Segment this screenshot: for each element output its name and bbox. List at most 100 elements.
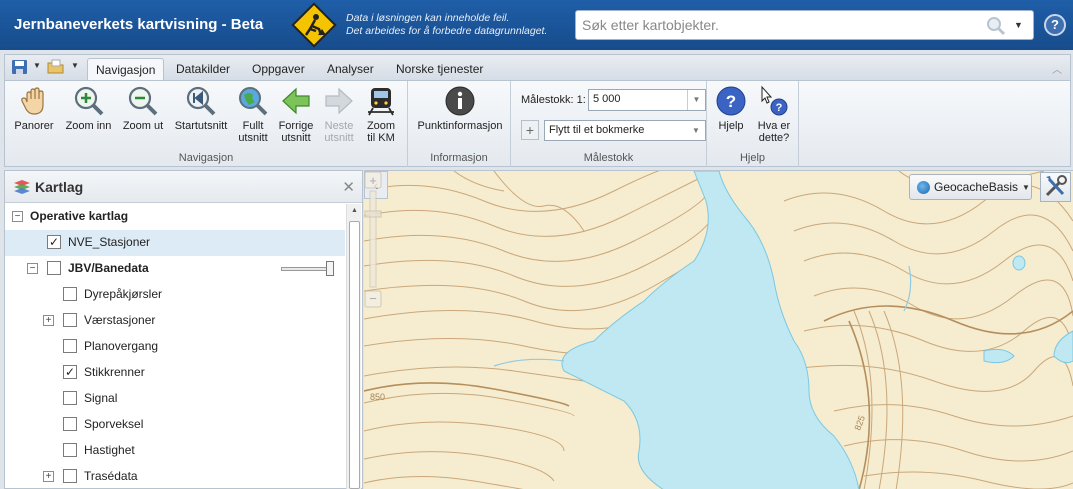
layer-row-trasedata[interactable]: + Trasédata bbox=[5, 464, 345, 489]
tools-button[interactable] bbox=[1040, 172, 1071, 202]
next-extent-label-2: utsnitt bbox=[324, 132, 354, 144]
tab-datakilder[interactable]: Datakilder bbox=[168, 58, 238, 81]
layer-label: Stikkrenner bbox=[84, 365, 145, 379]
layer-group-operative[interactable]: − Operative kartlag bbox=[5, 204, 345, 230]
scale-group-label: Målestokk bbox=[583, 152, 634, 164]
small-pond bbox=[1012, 255, 1026, 271]
layer-row-stikkrenner[interactable]: ✓ Stikkrenner bbox=[5, 360, 345, 386]
layer-checkbox[interactable] bbox=[63, 469, 77, 483]
zoom-in-label: Zoom inn bbox=[65, 120, 112, 132]
scroll-up-icon[interactable]: ▲ bbox=[347, 204, 362, 218]
full-extent-button[interactable]: Fullt utsnitt bbox=[234, 85, 272, 144]
layer-checkbox[interactable] bbox=[63, 443, 77, 457]
save-dropdown-icon[interactable]: ▼ bbox=[33, 61, 41, 70]
contour-label-825: 825 bbox=[852, 414, 867, 432]
topographic-map[interactable]: 850 825 bbox=[364, 171, 1073, 489]
bookmark-select[interactable]: Flytt til et bokmerke bbox=[544, 120, 706, 141]
svg-text:+: + bbox=[369, 173, 377, 188]
scroll-thumb[interactable] bbox=[349, 221, 360, 489]
what-is-this-button[interactable]: ? Hva er dette? bbox=[753, 85, 795, 144]
layer-label: NVE_Stasjoner bbox=[68, 235, 151, 249]
tab-norske-tjenester[interactable]: Norske tjenester bbox=[388, 58, 491, 81]
expand-icon[interactable]: + bbox=[43, 315, 54, 326]
pan-button[interactable]: Panorer bbox=[10, 85, 58, 132]
layer-checkbox[interactable] bbox=[63, 391, 77, 405]
lake bbox=[561, 171, 860, 489]
bookmark-dropdown-icon[interactable]: ▼ bbox=[687, 121, 705, 140]
previous-extent-button[interactable]: Forrige utsnitt bbox=[275, 85, 317, 144]
opacity-slider-track[interactable] bbox=[281, 267, 331, 271]
start-extent-button[interactable]: Startutsnitt bbox=[171, 85, 231, 132]
svg-text:−: − bbox=[369, 291, 377, 306]
previous-extent-label-2: utsnitt bbox=[281, 132, 311, 144]
navigation-group-label: Navigasjon bbox=[178, 152, 234, 164]
zoom-to-km-button[interactable]: Zoom til KM bbox=[362, 85, 400, 144]
tab-analyser[interactable]: Analyser bbox=[319, 58, 382, 81]
collapse-ribbon-icon[interactable]: ︿ bbox=[1052, 61, 1062, 76]
close-icon[interactable]: ✕ bbox=[342, 178, 355, 196]
expand-icon[interactable]: + bbox=[43, 471, 54, 482]
chevron-down-icon: ▼ bbox=[1022, 183, 1030, 192]
zoom-out-button[interactable]: Zoom ut bbox=[118, 85, 168, 132]
layer-checkbox[interactable] bbox=[63, 339, 77, 353]
add-bookmark-button[interactable]: + bbox=[521, 120, 539, 140]
layer-row-hastighet[interactable]: Hastighet bbox=[5, 438, 345, 464]
zoom-to-km-label-2: til KM bbox=[367, 132, 395, 144]
layers-panel-header: Kartlag ✕ bbox=[5, 171, 362, 203]
layers-scrollbar[interactable]: ▲ bbox=[346, 204, 361, 489]
svg-text:?: ? bbox=[776, 102, 783, 114]
basemap-selector[interactable]: GeocacheBasis ▼ bbox=[909, 174, 1032, 200]
layer-row-signal[interactable]: Signal bbox=[5, 386, 345, 412]
collapse-icon[interactable]: − bbox=[27, 263, 38, 274]
next-extent-label-1: Neste bbox=[324, 120, 354, 132]
layer-label: Operative kartlag bbox=[30, 209, 129, 223]
layer-row-vaerstasjoner[interactable]: + Værstasjoner bbox=[5, 308, 345, 334]
zoom-out-icon bbox=[128, 86, 158, 116]
layer-checkbox[interactable] bbox=[47, 261, 61, 275]
layer-label: Dyrepåkjørsler bbox=[84, 287, 163, 301]
opacity-slider-thumb[interactable] bbox=[326, 261, 334, 276]
zoom-in-button[interactable]: Zoom inn bbox=[61, 85, 116, 132]
zoom-in-icon bbox=[74, 86, 103, 116]
tab-oppgaver[interactable]: Oppgaver bbox=[244, 58, 313, 81]
scale-dropdown-icon[interactable]: ▼ bbox=[687, 90, 705, 110]
layer-group-banedata[interactable]: − JBV/Banedata bbox=[5, 256, 345, 282]
next-extent-button[interactable]: Neste utsnitt bbox=[319, 85, 359, 144]
layer-checkbox[interactable]: ✓ bbox=[63, 365, 77, 379]
full-extent-label-2: utsnitt bbox=[238, 132, 268, 144]
layers-panel: Kartlag ✕ − Operative kartlag ✓ NVE_Stas… bbox=[4, 170, 363, 489]
what-is-this-label-1: Hva er bbox=[757, 120, 791, 132]
zoom-slider[interactable]: + − bbox=[364, 171, 382, 309]
globe-zoom-icon bbox=[239, 87, 268, 116]
help-button[interactable]: ? Hjelp bbox=[712, 85, 750, 132]
collapse-icon[interactable]: − bbox=[12, 211, 23, 222]
map-view[interactable]: 850 825 ‹ + − GeocacheBasis ▼ bbox=[364, 170, 1073, 489]
layer-row-planovergang[interactable]: Planovergang bbox=[5, 334, 345, 360]
layer-row-nve-stasjoner[interactable]: ✓ NVE_Stasjoner bbox=[5, 230, 345, 256]
search-input[interactable] bbox=[582, 15, 972, 35]
search-dropdown-icon[interactable]: ▼ bbox=[1014, 20, 1023, 30]
layer-checkbox[interactable] bbox=[63, 287, 77, 301]
layer-checkbox[interactable]: ✓ bbox=[47, 235, 61, 249]
layer-label: JBV/Banedata bbox=[68, 261, 149, 275]
search-box[interactable]: ▼ bbox=[575, 10, 1034, 40]
help-icon[interactable]: ? bbox=[1044, 14, 1066, 36]
layer-checkbox[interactable] bbox=[63, 417, 77, 431]
save-icon[interactable] bbox=[11, 59, 29, 75]
layer-row-sporveksel[interactable]: Sporveksel bbox=[5, 412, 345, 438]
open-dropdown-icon[interactable]: ▼ bbox=[71, 61, 79, 70]
svg-text:?: ? bbox=[726, 92, 736, 111]
layer-label: Planovergang bbox=[84, 339, 159, 353]
layer-checkbox[interactable] bbox=[63, 313, 77, 327]
full-extent-label-1: Fullt bbox=[242, 120, 264, 132]
open-folder-icon[interactable] bbox=[47, 59, 65, 75]
layer-label: Værstasjoner bbox=[84, 313, 156, 327]
start-extent-label: Startutsnitt bbox=[174, 120, 228, 132]
tab-navigasjon[interactable]: Navigasjon bbox=[87, 58, 165, 81]
info-icon bbox=[445, 86, 475, 116]
point-info-button[interactable]: Punktinformasjon bbox=[413, 85, 507, 132]
layer-row-dyrepakjorsler[interactable]: Dyrepåkjørsler bbox=[5, 282, 345, 308]
help-group-label: Hjelp bbox=[739, 152, 766, 164]
layer-label: Signal bbox=[84, 391, 118, 405]
search-icon[interactable] bbox=[986, 16, 1006, 36]
